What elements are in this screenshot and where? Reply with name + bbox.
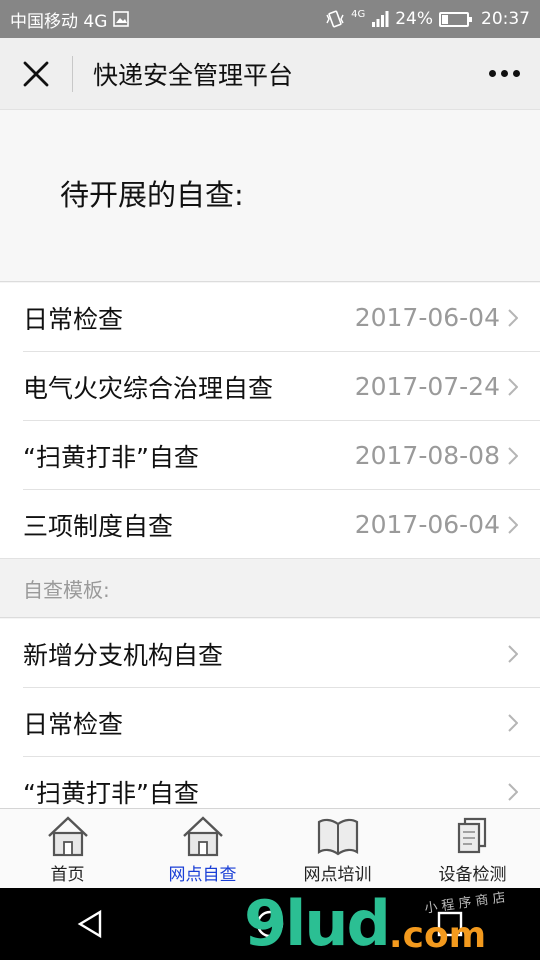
- item-label: “扫黄打非”自查: [23, 442, 199, 472]
- chevron-right-icon: [508, 644, 518, 663]
- pending-header: 待开展的自查:: [0, 110, 540, 282]
- close-icon: [23, 61, 49, 86]
- clock: 20:37: [481, 9, 530, 29]
- signal-icon: [371, 10, 389, 28]
- tab-device-check[interactable]: 设备检测: [405, 809, 540, 889]
- tab-label: 设备检测: [438, 864, 507, 885]
- home-icon: [47, 815, 88, 856]
- templates-list: 新增分支机构自查 日常检查 “扫黄打非”自查: [0, 619, 540, 826]
- nav-bar: 快递安全管理平台: [0, 38, 540, 110]
- item-date: 2017-08-08: [354, 441, 500, 470]
- more-icon: [488, 70, 496, 77]
- item-label: 日常检查: [23, 709, 124, 739]
- chevron-right-icon: [508, 782, 518, 801]
- more-icon-dot: [512, 70, 520, 77]
- close-button[interactable]: [0, 38, 72, 110]
- template-item[interactable]: 日常检查: [0, 688, 540, 757]
- tab-label: 首页: [50, 864, 85, 885]
- book-icon: [317, 818, 358, 855]
- screen: 中国移动 4G 4G 24% 20:37 快递安全管理平台 待开展的自查: 日常…: [0, 0, 540, 960]
- status-bar: 中国移动 4G 4G 24% 20:37: [0, 0, 540, 38]
- pending-item[interactable]: 日常检查 2017-06-04: [0, 283, 540, 352]
- item-label: “扫黄打非”自查: [23, 778, 199, 808]
- vibrate-icon: [325, 10, 345, 28]
- item-label: 新增分支机构自查: [23, 640, 224, 670]
- item-label: 日常检查: [23, 304, 124, 334]
- watermark-logo: 9lud .com 小 程 序 商 店: [244, 887, 506, 960]
- watermark-domain: .com: [388, 914, 487, 956]
- more-button[interactable]: [468, 38, 540, 110]
- tab-label: 网点自查: [168, 864, 237, 885]
- copy-icon: [457, 817, 486, 853]
- item-date: 2017-06-04: [354, 510, 500, 539]
- templates-section-label: 自查模板:: [0, 559, 540, 618]
- network-type-label: 4G: [351, 9, 366, 20]
- nav-divider: [72, 55, 73, 92]
- template-item[interactable]: 新增分支机构自查: [0, 619, 540, 688]
- tab-label: 网点培训: [303, 864, 372, 885]
- tab-self-check[interactable]: 网点自查: [135, 809, 270, 889]
- tab-bar: 首页 网点自查 网点培训 设备检测: [0, 808, 540, 889]
- pending-title: 待开展的自查:: [60, 178, 244, 212]
- item-date: 2017-06-04: [354, 303, 500, 332]
- chevron-right-icon: [508, 377, 518, 396]
- chevron-right-icon: [508, 446, 518, 465]
- item-label: 三项制度自查: [23, 511, 174, 541]
- chevron-right-icon: [508, 713, 518, 732]
- pending-item[interactable]: “扫黄打非”自查 2017-08-08: [0, 421, 540, 490]
- more-icon-dot: [500, 70, 508, 77]
- battery-icon: [439, 11, 472, 27]
- watermark-main: 9lud: [244, 886, 391, 960]
- home-icon: [182, 815, 223, 856]
- page-title: 快递安全管理平台: [93, 60, 294, 90]
- battery-percent: 24%: [395, 9, 433, 29]
- item-date: 2017-07-24: [354, 372, 500, 401]
- pending-list: 日常检查 2017-06-04 电气火灾综合治理自查 2017-07-24 “扫…: [0, 283, 540, 559]
- tab-home[interactable]: 首页: [0, 809, 135, 889]
- chevron-right-icon: [508, 308, 518, 327]
- pending-item[interactable]: 电气火灾综合治理自查 2017-07-24: [0, 352, 540, 421]
- back-icon[interactable]: [76, 909, 104, 939]
- chevron-right-icon: [508, 515, 518, 534]
- pending-item[interactable]: 三项制度自查 2017-06-04: [0, 490, 540, 559]
- tab-training[interactable]: 网点培训: [270, 809, 405, 889]
- item-label: 电气火灾综合治理自查: [23, 373, 274, 403]
- carrier-label: 中国移动 4G: [10, 11, 108, 32]
- image-icon: [113, 11, 130, 27]
